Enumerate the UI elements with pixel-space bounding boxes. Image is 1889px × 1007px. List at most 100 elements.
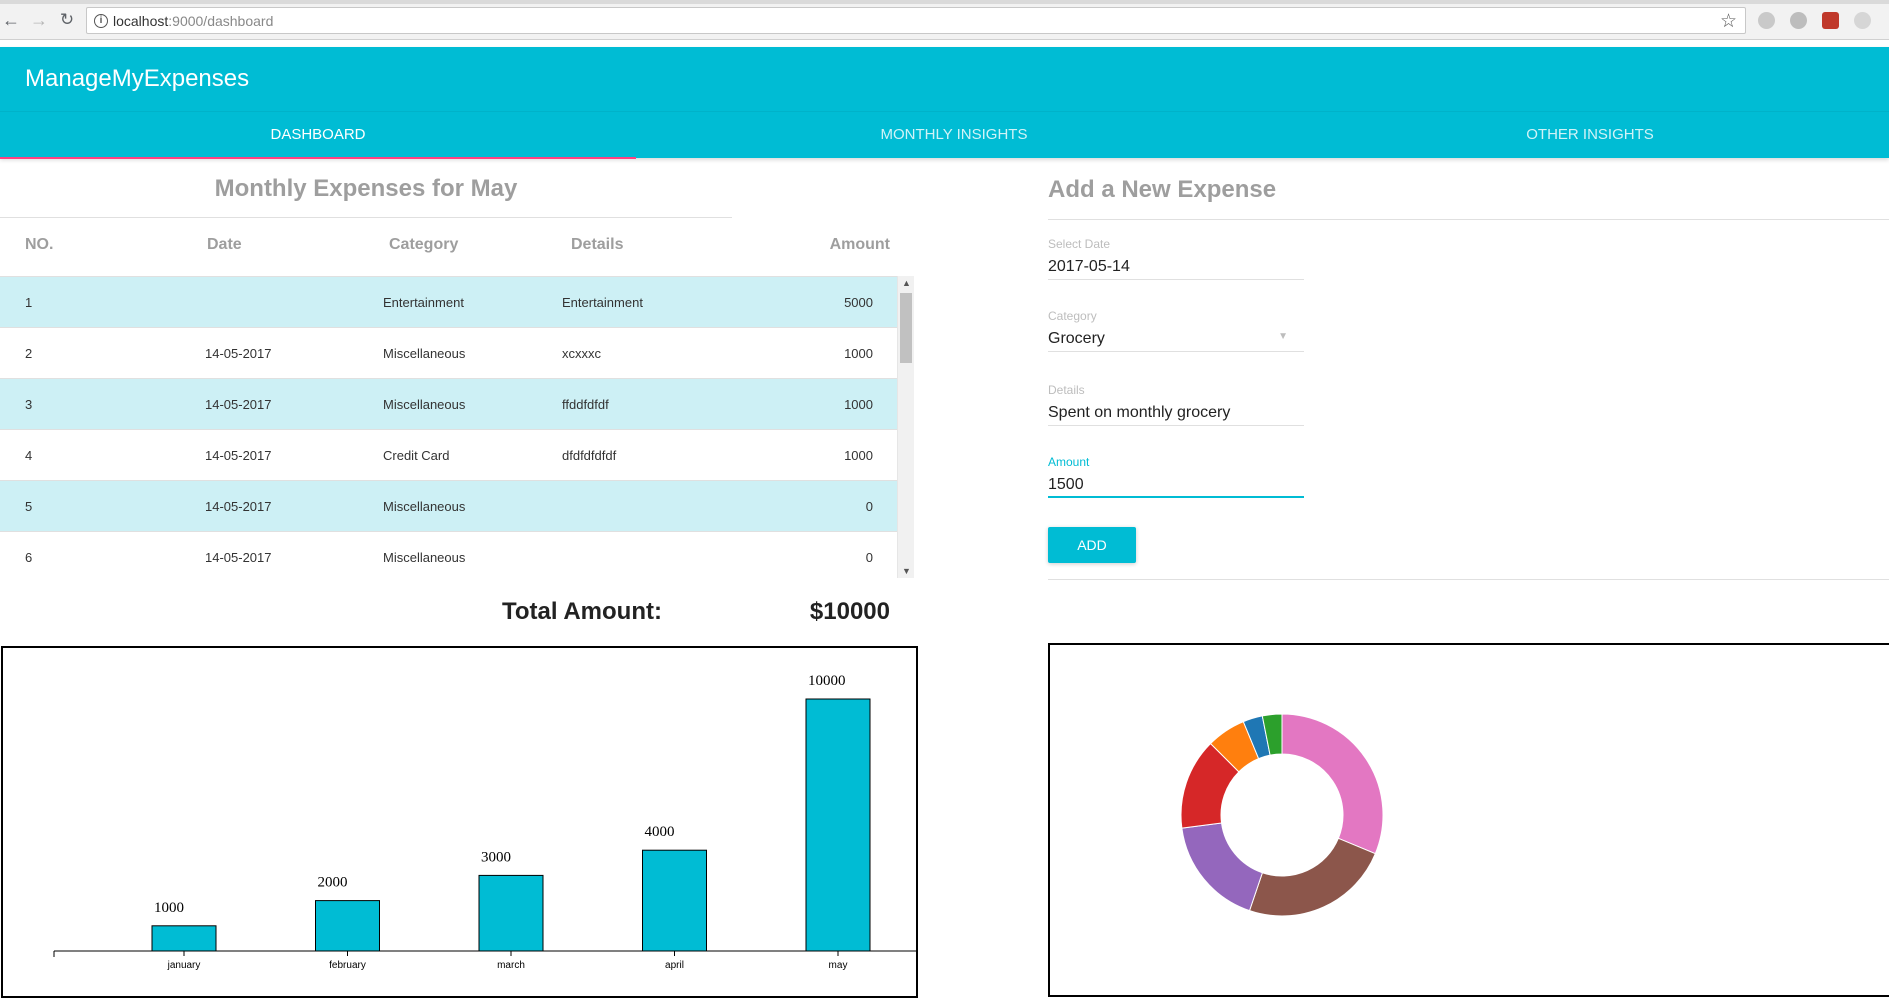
scroll-down-arrow-icon[interactable]: ▼ xyxy=(902,566,911,576)
active-tab-indicator xyxy=(0,157,636,159)
tab-dashboard[interactable]: DASHBOARD xyxy=(0,112,636,159)
bar-chart-svg: january 1000 february 2000 march 3000 april 400… xyxy=(53,673,916,971)
x-tick-label: march xyxy=(497,960,525,971)
bar-data-label: 2000 xyxy=(318,875,348,891)
category-select[interactable]: Grocery xyxy=(1048,328,1304,352)
cell-details: xcxxxc xyxy=(562,346,601,361)
tab-monthly-insights[interactable]: MONTHLY INSIGHTS xyxy=(636,112,1272,159)
category-field-label: Category xyxy=(1048,309,1097,323)
scroll-thumb[interactable] xyxy=(900,293,912,363)
amount-field: Amount 1500 xyxy=(1048,455,1304,498)
table-row[interactable]: 2 14-05-2017 Miscellaneous xcxxxc 1000 xyxy=(0,328,897,379)
bar-data-label: 1000 xyxy=(154,900,184,916)
cell-category: Miscellaneous xyxy=(383,397,466,412)
category-field: Category Grocery ▼ xyxy=(1048,309,1304,352)
details-field: Details Spent on monthly grocery xyxy=(1048,383,1304,426)
browser-tab-strip xyxy=(0,0,1889,4)
cell-category: Miscellaneous xyxy=(383,499,466,514)
bar xyxy=(642,849,707,952)
table-scrollbar[interactable]: ▲ ▼ xyxy=(897,276,914,578)
bar-data-label: 3000 xyxy=(481,849,511,865)
table-row[interactable]: 5 14-05-2017 Miscellaneous 0 xyxy=(0,481,897,532)
cell-details: ffddfdfdf xyxy=(562,397,609,412)
cloud-extension-icon[interactable] xyxy=(1758,12,1775,29)
details-field-label: Details xyxy=(1048,383,1085,397)
divider xyxy=(1048,219,1889,220)
details-input[interactable]: Spent on monthly grocery xyxy=(1048,402,1304,426)
x-tick-label: april xyxy=(665,960,684,971)
dropdown-arrow-icon[interactable]: ▼ xyxy=(1278,331,1288,342)
browser-toolbar: ← → ↻ i localhost:9000/dashboard ☆ xyxy=(0,0,1889,40)
tab-bar: DASHBOARD MONTHLY INSIGHTS OTHER INSIGHT… xyxy=(0,111,1889,159)
cell-date: 14-05-2017 xyxy=(205,499,272,514)
cell-date: 14-05-2017 xyxy=(205,397,272,412)
bar xyxy=(151,925,217,952)
table-row[interactable]: 3 14-05-2017 Miscellaneous ffddfdfdf 100… xyxy=(0,379,897,430)
cell-category: Entertainment xyxy=(383,295,464,310)
cell-amount: 1000 xyxy=(844,448,873,463)
forward-arrow-icon[interactable]: → xyxy=(28,9,50,31)
url-host: localhost xyxy=(113,13,169,29)
expenses-table-body[interactable]: 1 Entertainment Entertainment 5000 2 14-… xyxy=(0,276,897,578)
total-amount-label: Total Amount: xyxy=(502,598,662,625)
cell-date: 14-05-2017 xyxy=(205,550,272,565)
cell-no: 4 xyxy=(25,448,33,463)
amount-input[interactable]: 1500 xyxy=(1048,474,1304,498)
reload-icon[interactable]: ↻ xyxy=(56,9,78,31)
bar-data-label: 10000 xyxy=(808,673,846,689)
red-extension-icon[interactable] xyxy=(1822,12,1839,29)
table-row[interactable]: 6 14-05-2017 Miscellaneous 0 xyxy=(0,532,897,578)
form-title: Add a New Expense xyxy=(1048,176,1277,203)
app-title: ManageMyExpenses xyxy=(25,65,250,92)
bookmark-star-icon[interactable]: ☆ xyxy=(1720,10,1737,33)
bar xyxy=(315,900,380,952)
cell-amount: 0 xyxy=(865,499,873,514)
cell-amount: 1000 xyxy=(844,397,873,412)
bar-data-label: 4000 xyxy=(645,824,675,840)
category-donut-chart xyxy=(1048,643,1889,997)
x-tick-label: february xyxy=(329,960,366,971)
donut-slice xyxy=(1281,713,1384,855)
scroll-up-arrow-icon[interactable]: ▲ xyxy=(902,278,911,288)
cell-details: Entertainment xyxy=(562,295,643,310)
address-bar[interactable]: i localhost:9000/dashboard ☆ xyxy=(86,7,1746,34)
cell-no: 2 xyxy=(25,346,33,361)
cell-no: 5 xyxy=(25,499,33,514)
donut-slice xyxy=(1248,837,1376,917)
x-tick-label: may xyxy=(829,960,848,971)
info-icon[interactable]: i xyxy=(94,14,108,28)
cell-category: Credit Card xyxy=(383,448,450,463)
grey-extension-icon[interactable] xyxy=(1854,12,1871,29)
expenses-table-title: Monthly Expenses for May xyxy=(214,175,518,202)
bar xyxy=(805,698,871,952)
cell-amount: 1000 xyxy=(844,346,873,361)
cell-no: 1 xyxy=(25,295,33,310)
divider xyxy=(1048,579,1889,580)
donut-slice xyxy=(1181,822,1264,912)
column-header-date: Date xyxy=(207,236,242,253)
app-header: ManageMyExpenses DASHBOARD MONTHLY INSIG… xyxy=(0,47,1889,159)
divider xyxy=(0,217,732,218)
cell-date: 14-05-2017 xyxy=(205,346,272,361)
date-field: Select Date 2017-05-14 xyxy=(1048,237,1304,280)
date-field-label: Select Date xyxy=(1048,237,1111,251)
cell-category: Miscellaneous xyxy=(383,346,466,361)
monthly-bar-chart: january 1000 february 2000 march 3000 april 400… xyxy=(1,646,918,998)
cell-amount: 5000 xyxy=(844,295,873,310)
back-arrow-icon[interactable]: ← xyxy=(0,9,22,31)
cell-no: 3 xyxy=(25,397,33,412)
date-input[interactable]: 2017-05-14 xyxy=(1048,256,1304,280)
cell-date: 14-05-2017 xyxy=(205,448,272,463)
skype-extension-icon[interactable] xyxy=(1790,12,1807,29)
url-text: localhost:9000/dashboard xyxy=(113,13,273,29)
table-row[interactable]: 4 14-05-2017 Credit Card dfdfdfdfdf 1000 xyxy=(0,430,897,481)
add-expense-button[interactable]: ADD xyxy=(1048,527,1136,563)
table-row[interactable]: 1 Entertainment Entertainment 5000 xyxy=(0,277,897,328)
bar xyxy=(478,874,544,952)
column-header-details: Details xyxy=(571,236,624,253)
cell-no: 6 xyxy=(25,550,33,565)
column-header-no: NO. xyxy=(25,236,54,253)
x-tick-label: january xyxy=(167,960,201,971)
tab-other-insights[interactable]: OTHER INSIGHTS xyxy=(1272,112,1889,159)
amount-field-label: Amount xyxy=(1048,455,1090,469)
